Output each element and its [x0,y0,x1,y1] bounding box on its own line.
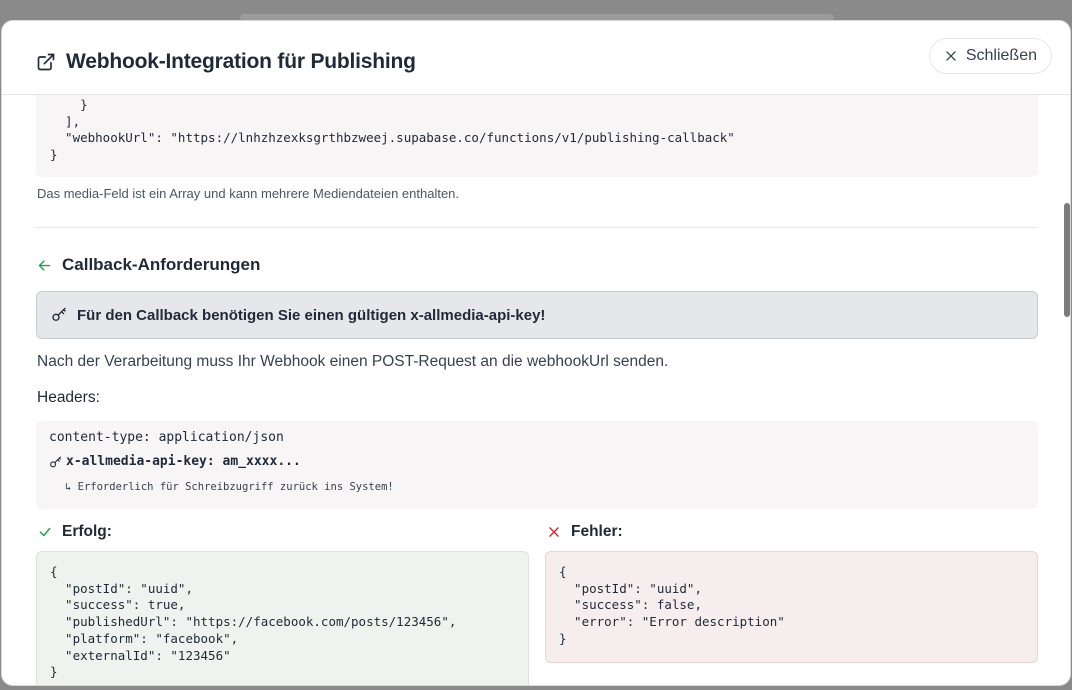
close-icon [946,51,956,61]
dialog-title: Webhook-Integration für Publishing [66,50,416,73]
key-icon [50,456,61,468]
close-button[interactable]: Schließen [928,38,1052,74]
success-code-block: { "postId": "uuid", "success": true, "pu… [36,551,529,685]
callback-section-header: Callback-Anforderungen [37,255,260,275]
key-icon [52,307,66,321]
error-header: Fehler: [547,523,623,541]
callback-description: Nach der Verarbeitung muss Ihr Webhook e… [37,353,669,370]
dialog-scroll-area[interactable]: } ], "webhookUrl": "https://lnhzhzexksgr… [2,95,1060,685]
headers-label: Headers: [37,389,100,406]
api-key-header-row: x-allmedia-api-key: am_xxxx... [49,454,1025,471]
external-link-icon [37,53,55,71]
callback-section-title: Callback-Anforderungen [62,255,261,274]
success-label: Erfolg: [62,523,112,540]
section-divider [36,227,1038,228]
api-key-alert: Für den Callback benötigen Sie einen gül… [36,291,1038,339]
headers-code-block: content-type: application/json x-allmedi… [36,421,1038,509]
content-type-header: content-type: application/json [49,430,284,445]
close-button-label: Schließen [965,47,1037,64]
media-field-note: Das media-Feld ist ein Array und kann me… [37,186,460,201]
api-key-header: x-allmedia-api-key: am_xxxx... [66,454,301,469]
webhook-dialog: Webhook-Integration für Publishing Schli… [1,20,1071,686]
error-code-block: { "postId": "uuid", "success": false, "e… [545,551,1038,663]
api-key-alert-text: Für den Callback benötigen Sie einen gül… [77,306,546,324]
success-header: Erfolg: [38,523,112,541]
arrow-left-icon [38,259,51,271]
x-icon [549,527,559,537]
scrollbar-track[interactable] [1059,95,1069,685]
scrollbar-thumb[interactable] [1064,203,1070,317]
payload-code-block: } ], "webhookUrl": "https://lnhzhzexksgr… [36,95,1038,177]
check-icon [39,527,51,537]
api-key-header-note: ↳ Erforderlich für Schreibzugriff zurück… [65,480,394,493]
dialog-header: Webhook-Integration für Publishing Schli… [2,21,1070,95]
error-label: Fehler: [571,523,623,540]
dialog-title-wrap: Webhook-Integration für Publishing [36,50,416,74]
